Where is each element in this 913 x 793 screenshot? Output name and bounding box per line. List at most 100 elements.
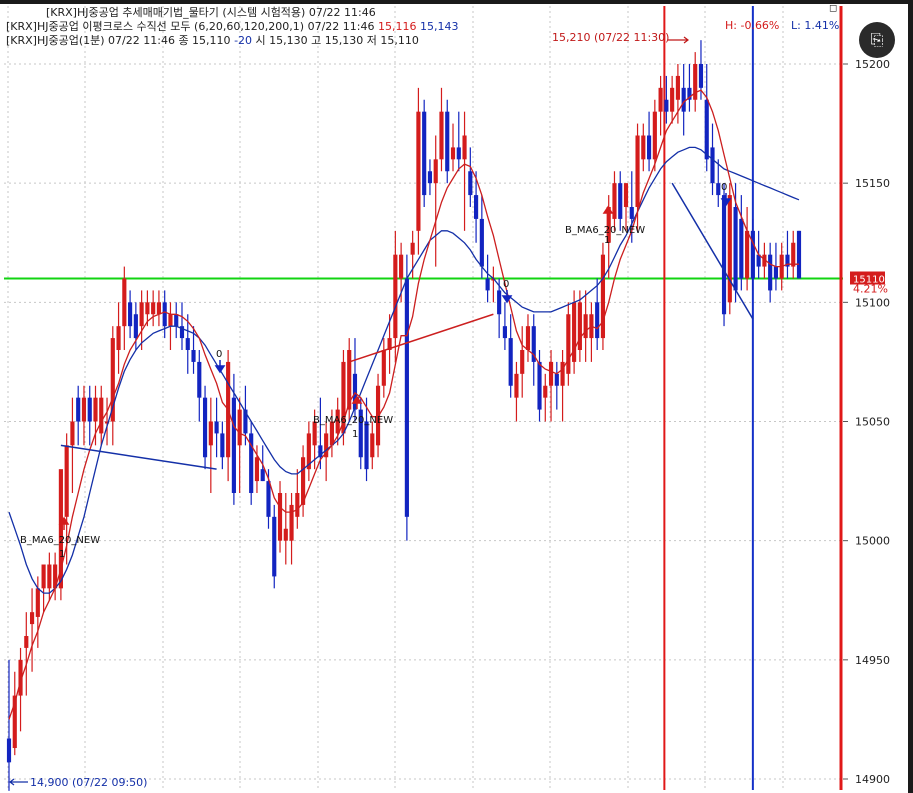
candle-body[interactable]: [151, 302, 156, 315]
candle-body[interactable]: [641, 135, 646, 160]
candle-body[interactable]: [6, 738, 12, 763]
candle-body[interactable]: [381, 350, 386, 386]
candle-body[interactable]: [514, 373, 519, 398]
ocr-copy-icon[interactable]: ⎘: [859, 22, 895, 58]
candle-body[interactable]: [197, 361, 202, 398]
candle-body[interactable]: [295, 493, 300, 517]
candle-body[interactable]: [525, 326, 531, 350]
candle-body[interactable]: [122, 278, 127, 327]
candle-body[interactable]: [35, 588, 40, 617]
candle-body[interactable]: [139, 302, 144, 327]
candle-body[interactable]: [566, 314, 571, 374]
candle-body[interactable]: [704, 99, 709, 160]
candle-body[interactable]: [485, 278, 490, 291]
candle-body[interactable]: [185, 338, 190, 350]
candle-body[interactable]: [399, 254, 404, 279]
candle-body[interactable]: [410, 242, 415, 255]
candle-body[interactable]: [254, 457, 260, 482]
candle-body[interactable]: [214, 421, 219, 434]
candle-body[interactable]: [445, 111, 450, 172]
candle-body[interactable]: [548, 361, 554, 386]
candle-body[interactable]: [266, 481, 271, 517]
candle-body[interactable]: [543, 385, 548, 398]
candle-body[interactable]: [646, 135, 652, 160]
candle-body[interactable]: [710, 147, 715, 184]
candle-body[interactable]: [716, 183, 721, 196]
candle-body[interactable]: [791, 242, 796, 267]
candle-body[interactable]: [99, 397, 104, 434]
candle-body[interactable]: [364, 421, 369, 470]
candle-body[interactable]: [623, 183, 629, 207]
candle-body[interactable]: [652, 111, 657, 160]
candle-body[interactable]: [658, 87, 663, 112]
candle-body[interactable]: [370, 433, 375, 458]
candle-body[interactable]: [721, 195, 727, 315]
candle-body[interactable]: [393, 254, 398, 339]
candle-body[interactable]: [750, 230, 755, 279]
candle-body[interactable]: [64, 445, 69, 517]
candle-body[interactable]: [277, 493, 283, 541]
candle-body[interactable]: [191, 350, 196, 362]
candle-body[interactable]: [745, 230, 750, 279]
candle-body[interactable]: [664, 99, 669, 112]
candle-body[interactable]: [537, 361, 542, 410]
candle-body[interactable]: [508, 338, 513, 386]
candle-body[interactable]: [468, 171, 473, 196]
candle-body[interactable]: [456, 147, 461, 160]
candle-body[interactable]: [202, 397, 208, 458]
candle-body[interactable]: [29, 612, 35, 625]
candle-body[interactable]: [87, 397, 92, 422]
candle-body[interactable]: [145, 302, 150, 315]
candle-body[interactable]: [577, 302, 582, 350]
candle-body[interactable]: [404, 278, 409, 517]
candle-body[interactable]: [439, 111, 444, 160]
candle-body[interactable]: [133, 314, 138, 339]
candle-body[interactable]: [520, 350, 525, 374]
candle-body[interactable]: [554, 373, 559, 386]
candle-body[interactable]: [600, 254, 606, 339]
candle-body[interactable]: [168, 314, 173, 327]
candle-body[interactable]: [768, 254, 773, 291]
candle-body[interactable]: [462, 135, 467, 160]
candle-body[interactable]: [283, 528, 288, 541]
candle-body[interactable]: [629, 207, 634, 219]
candle-body[interactable]: [81, 397, 87, 422]
candle-body[interactable]: [433, 159, 438, 184]
candle-body[interactable]: [220, 433, 225, 458]
candle-body[interactable]: [773, 266, 779, 279]
candle-body[interactable]: [739, 218, 744, 279]
price-chart[interactable]: 15200 15150 15100 15050 15000 14950 14900 B_MA6…: [0, 0, 913, 793]
candle-body[interactable]: [796, 230, 802, 279]
candle-body[interactable]: [156, 302, 162, 315]
candle-body[interactable]: [618, 183, 623, 219]
candle-body[interactable]: [583, 314, 588, 339]
candle-body[interactable]: [41, 564, 46, 589]
candle-body[interactable]: [260, 469, 265, 482]
candle-body[interactable]: [76, 397, 81, 422]
candle-body[interactable]: [47, 564, 52, 589]
candle-body[interactable]: [595, 302, 600, 339]
candle-body[interactable]: [231, 397, 236, 493]
candle-body[interactable]: [479, 218, 484, 267]
candle-body[interactable]: [416, 111, 421, 231]
candle-body[interactable]: [93, 397, 98, 422]
candle-body[interactable]: [635, 135, 640, 208]
candle-body[interactable]: [681, 87, 686, 112]
candle-body[interactable]: [474, 195, 479, 219]
candle-body[interactable]: [272, 516, 277, 577]
candle-body[interactable]: [174, 314, 179, 327]
candle-body[interactable]: [70, 421, 75, 446]
candle-body[interactable]: [24, 636, 29, 648]
corner-maximize-icon[interactable]: ◻: [829, 3, 837, 14]
candle-body[interactable]: [289, 504, 294, 541]
candle-body[interactable]: [502, 326, 507, 339]
candle-body[interactable]: [733, 207, 738, 291]
candle-body[interactable]: [670, 87, 675, 112]
candle-body[interactable]: [698, 64, 704, 88]
candle-body[interactable]: [675, 75, 680, 100]
candle-body[interactable]: [497, 290, 502, 315]
candle-body[interactable]: [208, 421, 213, 446]
candle-body[interactable]: [116, 326, 121, 350]
candle-body[interactable]: [128, 302, 133, 327]
candle-body[interactable]: [450, 147, 456, 160]
